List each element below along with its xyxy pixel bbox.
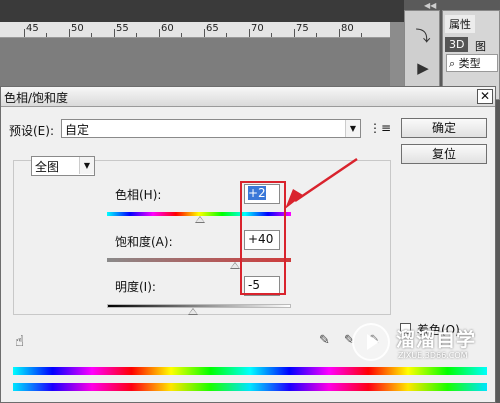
ruler-tick bbox=[271, 33, 272, 37]
ruler-tick bbox=[46, 33, 47, 37]
channel-value: 全图 bbox=[35, 160, 60, 174]
ok-button[interactable]: 确定 bbox=[401, 118, 487, 138]
saturation-slider-thumb[interactable] bbox=[230, 262, 240, 269]
preset-label: 预设(E): bbox=[9, 124, 54, 138]
ruler-tick bbox=[316, 33, 317, 37]
ruler-tick bbox=[249, 29, 250, 37]
dialog-titlebar[interactable]: 色相/饱和度 ✕ bbox=[1, 87, 495, 107]
hand-icon[interactable]: ☝ bbox=[15, 332, 24, 350]
dialog-title: 色相/饱和度 bbox=[4, 91, 69, 105]
ruler-tick bbox=[136, 33, 137, 37]
ruler-tick bbox=[91, 33, 92, 37]
lightness-slider-thumb[interactable] bbox=[188, 308, 198, 315]
ruler-tick bbox=[204, 29, 205, 37]
search-icon: ⌕ bbox=[449, 57, 456, 70]
watermark-title: 溜溜自学 bbox=[396, 329, 477, 351]
ruler-tick bbox=[361, 33, 362, 37]
history-icon[interactable]: ⤵ bbox=[411, 25, 435, 47]
ruler-tick bbox=[181, 33, 182, 37]
reset-button[interactable]: 复位 bbox=[401, 144, 487, 164]
watermark: 溜溜自学 ZIXUE.3D66.COM bbox=[346, 317, 496, 397]
options-menu-icon[interactable]: ⋮≡ bbox=[369, 121, 391, 135]
watermark-url: ZIXUE.3D66.COM bbox=[398, 351, 468, 360]
ruler-label: 65 bbox=[206, 23, 219, 34]
play-logo-icon bbox=[352, 323, 390, 361]
eyedropper-icon[interactable]: ✎ bbox=[319, 333, 330, 348]
ruler-tick bbox=[24, 29, 25, 37]
layer-filter-field[interactable]: ⌕ 类型 bbox=[446, 54, 498, 72]
channel-dropdown[interactable]: 全图 ▼ bbox=[31, 156, 95, 176]
ruler-tick bbox=[294, 29, 295, 37]
annotation-arrow bbox=[285, 157, 358, 209]
ruler-label: 80 bbox=[341, 23, 354, 34]
ruler-label: 70 bbox=[251, 23, 264, 34]
hue-slider-thumb[interactable] bbox=[195, 216, 205, 223]
ruler-label: 75 bbox=[296, 23, 309, 34]
lightness-slider-track[interactable] bbox=[107, 304, 291, 308]
ruler-label: 45 bbox=[26, 23, 39, 34]
hue-label: 色相(H): bbox=[115, 188, 162, 202]
preset-dropdown[interactable]: 自定 ▼ bbox=[61, 119, 361, 138]
collapse-arrows-icon[interactable]: ◀◀ bbox=[424, 1, 436, 10]
layer-filter-label: 类型 bbox=[458, 57, 481, 70]
ruler-label: 55 bbox=[116, 23, 129, 34]
preset-value: 自定 bbox=[65, 123, 90, 137]
ruler-tick bbox=[69, 29, 70, 37]
play-icon[interactable]: ▶ bbox=[411, 59, 435, 81]
lightness-label: 明度(I): bbox=[115, 280, 156, 294]
ruler-label: 60 bbox=[161, 23, 174, 34]
close-icon: ✕ bbox=[479, 89, 491, 103]
ruler-tick bbox=[114, 29, 115, 37]
ruler-tick bbox=[339, 29, 340, 37]
ruler-tick bbox=[226, 33, 227, 37]
horizontal-ruler: 45 50 55 60 65 70 75 80 bbox=[0, 22, 390, 38]
ruler-tick bbox=[159, 29, 160, 37]
ruler-label: 50 bbox=[71, 23, 84, 34]
chevron-down-icon: ▼ bbox=[79, 157, 94, 174]
close-button[interactable]: ✕ bbox=[477, 89, 493, 104]
saturation-label: 饱和度(A): bbox=[115, 235, 173, 249]
highlight-box bbox=[240, 181, 286, 295]
tab-properties[interactable]: 属性 bbox=[445, 15, 475, 33]
chevron-down-icon: ▼ bbox=[345, 120, 360, 137]
tab-3d[interactable]: 3D bbox=[445, 37, 469, 52]
